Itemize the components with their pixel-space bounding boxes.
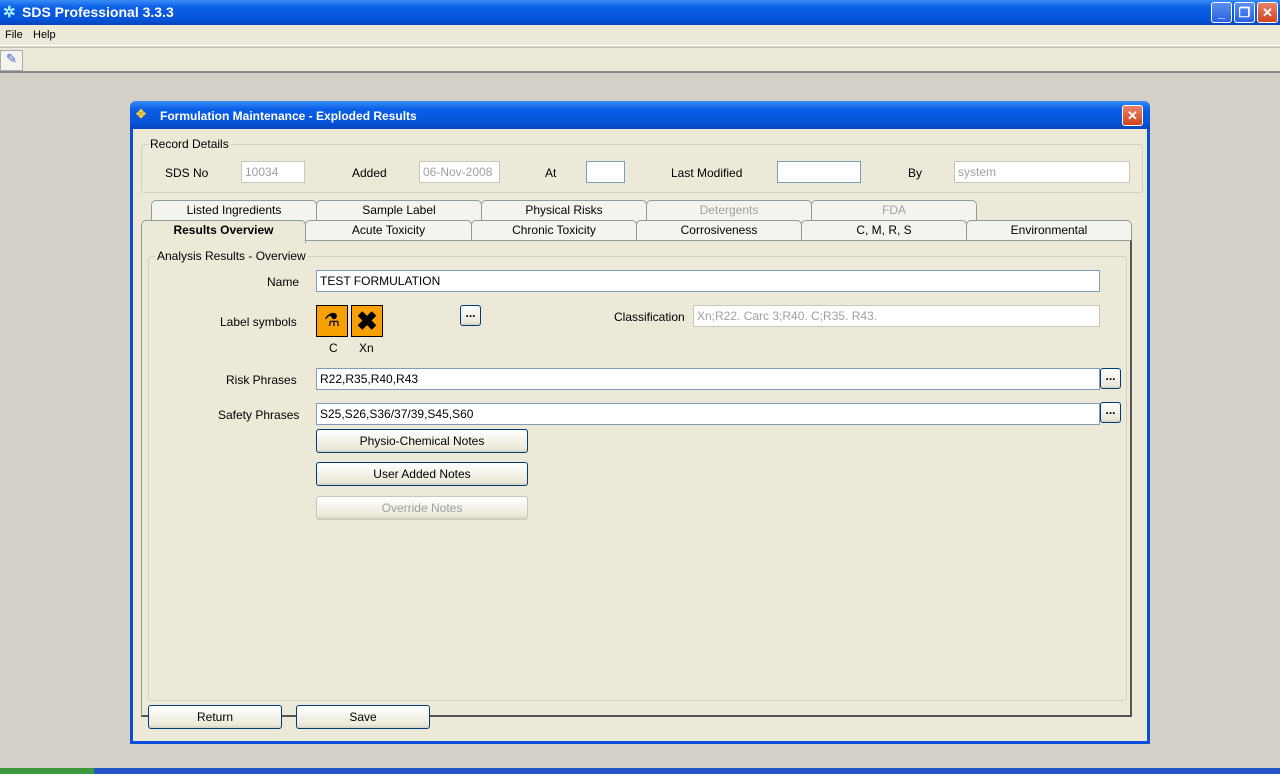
- sds-no-label: SDS No: [165, 166, 209, 180]
- dialog-title-bar: ✥ Formulation Maintenance - Exploded Res…: [130, 101, 1150, 129]
- risk-phrases-browse-button[interactable]: ...: [1100, 368, 1121, 389]
- app-title: SDS Professional 3.3.3: [22, 4, 174, 20]
- at-label: At: [545, 166, 557, 180]
- dialog-close-button[interactable]: ✕: [1122, 105, 1143, 126]
- tab-fda[interactable]: FDA: [811, 200, 977, 221]
- classification-label: Classification: [614, 310, 685, 324]
- menu-bar: File Help: [0, 25, 1280, 46]
- name-field[interactable]: TEST FORMULATION: [316, 270, 1100, 292]
- dialog-icon: ✥: [136, 107, 147, 121]
- added-label: Added: [352, 166, 387, 180]
- app-icon: ✲: [3, 4, 16, 21]
- safety-phrases-field[interactable]: S25,S26,S36/37/39,S45,S60: [316, 403, 1100, 425]
- taskbar-strip: [0, 768, 1280, 774]
- menu-file[interactable]: File: [5, 29, 23, 41]
- last-modified-label: Last Modified: [671, 166, 743, 180]
- toolbar: ✎: [0, 47, 1280, 73]
- symbol-code-xn: Xn: [359, 341, 374, 355]
- save-button[interactable]: Save: [296, 705, 430, 729]
- safety-phrases-label: Safety Phrases: [218, 408, 300, 422]
- sds-no-field[interactable]: 10034: [241, 161, 305, 183]
- tab-physical-risks[interactable]: Physical Risks: [481, 200, 647, 221]
- tab-sample-label[interactable]: Sample Label: [316, 200, 482, 221]
- tab-environmental[interactable]: Environmental: [966, 220, 1132, 241]
- user-added-notes-button[interactable]: User Added Notes: [316, 462, 528, 486]
- by-label: By: [908, 166, 923, 180]
- risk-phrases-label: Risk Phrases: [226, 373, 297, 387]
- corrosive-icon: ⚗: [316, 305, 348, 337]
- by-field[interactable]: system: [954, 161, 1130, 183]
- classification-field[interactable]: Xn;R22. Carc 3;R40. C;R35. R43.: [693, 305, 1100, 327]
- tab-detergents[interactable]: Detergents: [646, 200, 812, 221]
- tab-cmrs[interactable]: C, M, R, S: [801, 220, 967, 241]
- harmful-x-icon: ✖: [351, 305, 383, 337]
- dialog-title: Formulation Maintenance - Exploded Resul…: [160, 109, 417, 123]
- tab-corrosiveness[interactable]: Corrosiveness: [636, 220, 802, 241]
- physio-chemical-notes-button[interactable]: Physio-Chemical Notes: [316, 429, 528, 453]
- tab-chronic-toxicity[interactable]: Chronic Toxicity: [471, 220, 637, 241]
- restore-button[interactable]: ❐: [1234, 2, 1255, 23]
- symbols-browse-button[interactable]: ...: [460, 305, 481, 326]
- tab-listed-ingredients[interactable]: Listed Ingredients: [151, 200, 317, 221]
- last-modified-field[interactable]: [777, 161, 861, 183]
- close-button[interactable]: ✕: [1257, 2, 1278, 23]
- at-field[interactable]: [586, 161, 625, 183]
- override-notes-button[interactable]: Override Notes: [316, 496, 528, 520]
- menu-help[interactable]: Help: [33, 29, 56, 41]
- added-field[interactable]: 06-Nov-2008: [419, 161, 500, 183]
- risk-phrases-field[interactable]: R22,R35,R40,R43: [316, 368, 1100, 390]
- overview-group-title: Analysis Results - Overview: [155, 249, 308, 263]
- record-details-title: Record Details: [148, 137, 231, 151]
- symbol-code-c: C: [329, 341, 338, 355]
- tab-acute-toxicity[interactable]: Acute Toxicity: [305, 220, 472, 241]
- label-symbols-label: Label symbols: [220, 315, 297, 329]
- app-title-bar: ✲ SDS Professional 3.3.3 _ ❐ ✕: [0, 0, 1280, 25]
- return-button[interactable]: Return: [148, 705, 282, 729]
- edit-tool-button[interactable]: ✎: [0, 50, 23, 71]
- safety-phrases-browse-button[interactable]: ...: [1100, 402, 1121, 423]
- name-label: Name: [267, 275, 300, 289]
- tab-results-overview[interactable]: Results Overview: [141, 220, 306, 243]
- minimize-button[interactable]: _: [1211, 2, 1232, 23]
